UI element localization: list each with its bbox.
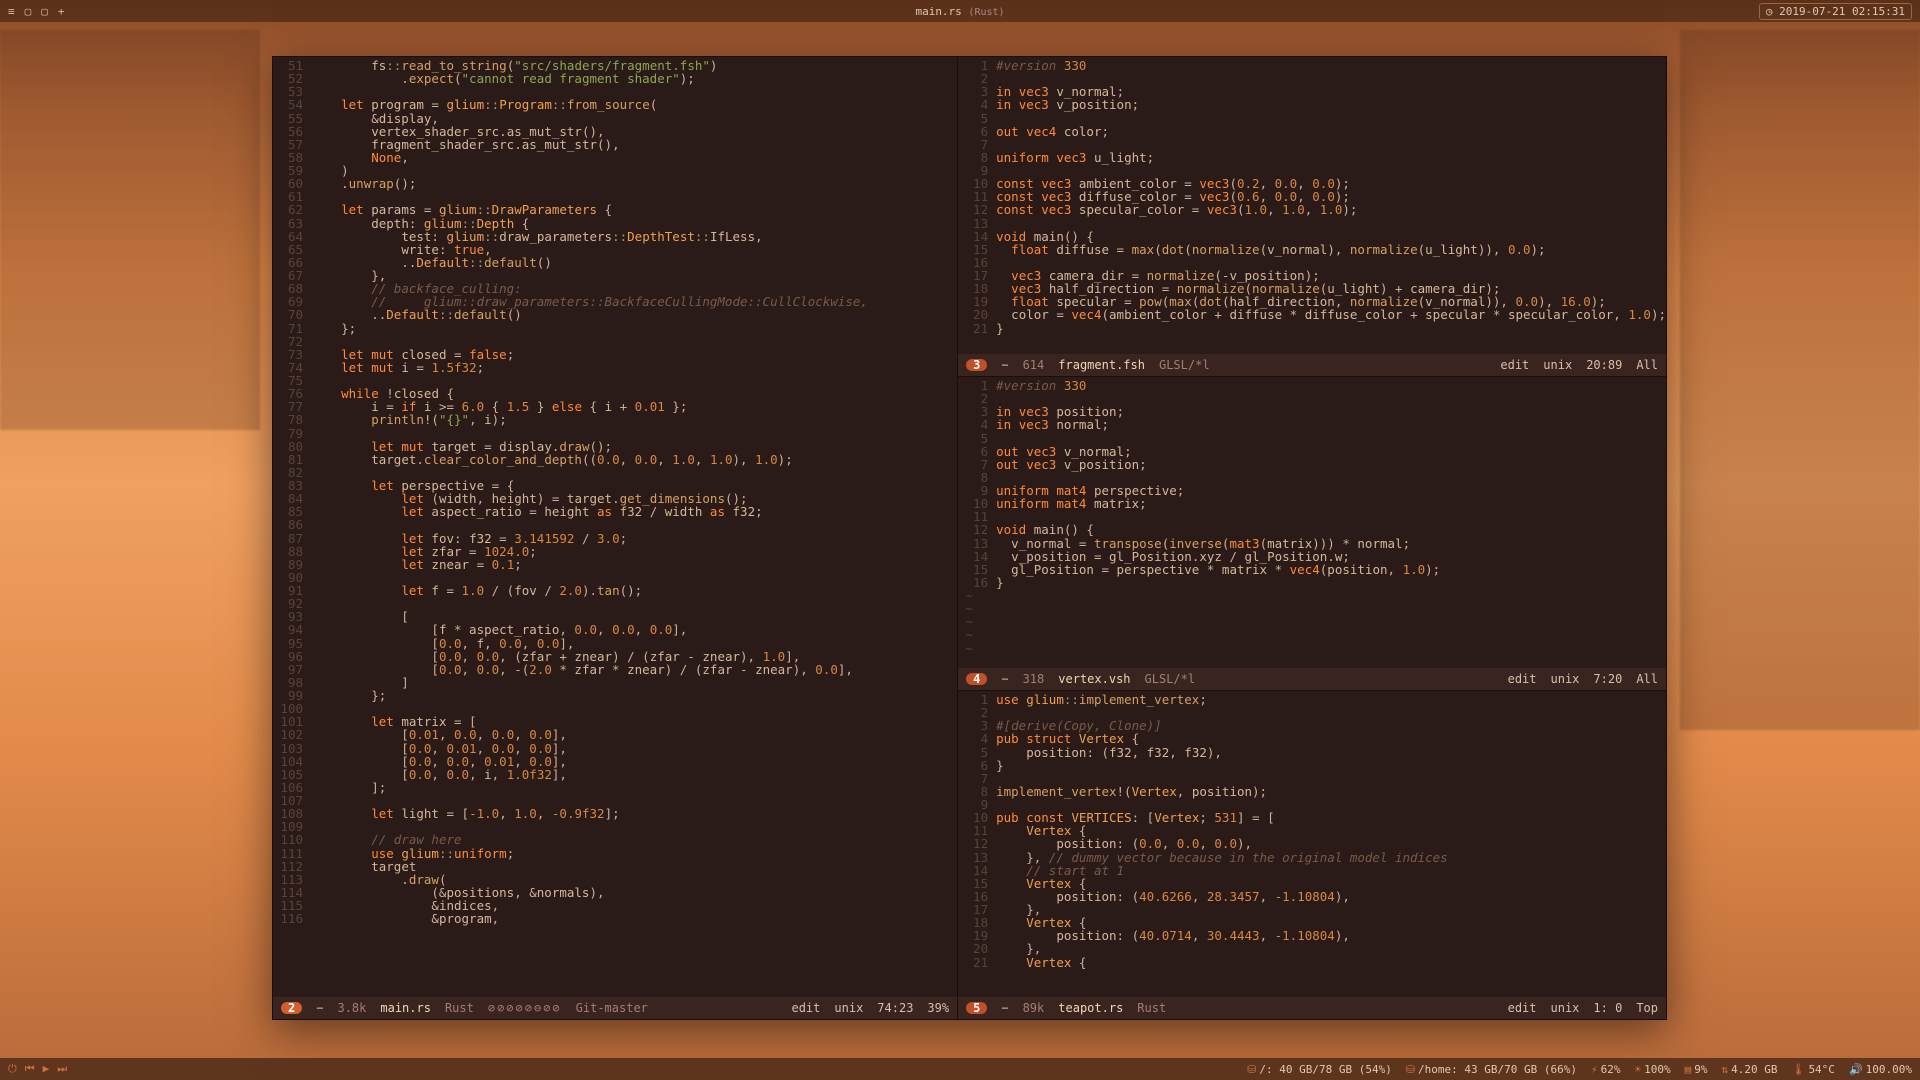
file-size: 614 [1023, 359, 1045, 372]
code-area[interactable]: fs::read_to_string("src/shaders/fragment… [311, 59, 957, 997]
disk-home: ⛁/home: 43 GB/70 GB (66%) [1406, 1063, 1577, 1076]
gutter: 1 2 3 4 5 6 7 8 9 10 11 12 13 14 15 16 1… [958, 693, 996, 997]
gutter: 51 52 53 54 55 56 57 58 59 60 61 62 63 6… [273, 59, 311, 997]
file-size: 89k [1023, 1002, 1045, 1015]
new-workspace-icon[interactable]: + [58, 5, 65, 18]
encoding: unix [1543, 359, 1572, 372]
encoding: unix [1551, 673, 1580, 686]
scroll-pct: All [1636, 359, 1658, 372]
workspace-1-icon[interactable]: ▢ [25, 5, 32, 18]
battery-1: ⚡62% [1591, 1063, 1621, 1076]
code-area[interactable]: #version 330 in vec3 v_normal; in vec3 v… [996, 59, 1666, 354]
menubar-left[interactable]: ≡ ▢ ▢ + [8, 5, 65, 18]
code-area[interactable]: use glium::implement_vertex; #[derive(Co… [996, 693, 1666, 997]
scroll-pct: Top [1636, 1002, 1658, 1015]
lint-indicators: ⊘⊘⊘⊘⊘⊖⊘⊘ [488, 1002, 562, 1015]
battery-2: ☀100% [1634, 1063, 1670, 1076]
pane-right-stack: 1 2 3 4 5 6 7 8 9 10 11 12 13 14 15 16 1… [958, 57, 1666, 1019]
cursor-pos: 1: 0 [1593, 1002, 1622, 1015]
cursor-pos: 20:89 [1586, 359, 1622, 372]
modified-icon: − [1001, 359, 1008, 372]
clock-icon: ◷ [1766, 5, 1779, 18]
encoding: unix [1551, 1002, 1580, 1015]
statusline-vertex-vsh: 4 − 318 vertex.vsh GLSL/*l edit unix 7:2… [958, 668, 1666, 690]
file-lang: Rust [445, 1002, 474, 1015]
file-lang: Rust [1137, 1002, 1166, 1015]
file-size: 318 [1023, 673, 1045, 686]
net: ⇅4.20 GB [1721, 1063, 1777, 1076]
modified-icon: − [1001, 673, 1008, 686]
clock[interactable]: ◷ 2019-07-21 02:15:31 [1759, 3, 1912, 20]
next-track-icon[interactable]: ⏭ [57, 1062, 67, 1076]
temp: 🌡54°C [1791, 1063, 1834, 1076]
file-name: vertex.vsh [1058, 673, 1130, 686]
buffer-badge: 2 [281, 1002, 302, 1015]
buffer-fragment-fsh[interactable]: 1 2 3 4 5 6 7 8 9 10 11 12 13 14 15 16 1… [958, 57, 1666, 377]
file-name: main.rs [380, 1002, 431, 1015]
prev-track-icon[interactable]: ⏮ [25, 1062, 35, 1076]
title-sub: (Rust) [968, 7, 1004, 18]
statusline-teapot-rs: 5 − 89k teapot.rs Rust edit unix 1: 0 To… [958, 997, 1666, 1019]
pane-main-rs: 51 52 53 54 55 56 57 58 59 60 61 62 63 6… [273, 57, 958, 1019]
git-branch: Git-master [576, 1002, 648, 1015]
scroll-pct: 39% [927, 1002, 949, 1015]
statusline-fragment-fsh: 3 − 614 fragment.fsh GLSL/*l edit unix 2… [958, 354, 1666, 376]
statusline-main-rs: 2 − 3.8k main.rs Rust ⊘⊘⊘⊘⊘⊖⊘⊘ Git-maste… [273, 997, 957, 1019]
buffer-badge: 3 [966, 359, 987, 372]
editor-window: 51 52 53 54 55 56 57 58 59 60 61 62 63 6… [272, 56, 1667, 1020]
workspace-2-icon[interactable]: ▢ [41, 5, 48, 18]
cursor-pos: 74:23 [877, 1002, 913, 1015]
encoding: unix [834, 1002, 863, 1015]
play-icon[interactable]: ▶ [43, 1062, 50, 1076]
app-menu-icon[interactable]: ≡ [8, 5, 15, 18]
system-stats: ⛁/: 40 GB/78 GB (54%) ⛁/home: 43 GB/70 G… [1247, 1063, 1912, 1076]
gutter: 1 2 3 4 5 6 7 8 9 10 11 12 13 14 15 16 1… [958, 59, 996, 354]
buffer-vertex-vsh[interactable]: 1 2 3 4 5 6 7 8 9 10 11 12 13 14 15 16 ~… [958, 377, 1666, 691]
buffer-teapot-rs[interactable]: 1 2 3 4 5 6 7 8 9 10 11 12 13 14 15 16 1… [958, 691, 1666, 1019]
power-icon[interactable]: ⏻ [8, 1062, 17, 1076]
scroll-pct: All [1636, 673, 1658, 686]
title-text: main.rs [915, 5, 961, 18]
buffer-badge: 4 [966, 673, 987, 686]
mode: edit [1508, 673, 1537, 686]
media-controls[interactable]: ⏻ ⏮ ▶ ⏭ [8, 1062, 67, 1076]
file-size: 3.8k [337, 1002, 366, 1015]
desktop-bottombar: ⏻ ⏮ ▶ ⏭ ⛁/: 40 GB/78 GB (54%) ⛁/home: 43… [0, 1058, 1920, 1080]
volume: 🔊100.00% [1849, 1063, 1912, 1076]
mode: edit [791, 1002, 820, 1015]
buffer-badge: 5 [966, 1002, 987, 1015]
file-lang: GLSL/*l [1159, 359, 1210, 372]
disk-root: ⛁/: 40 GB/78 GB (54%) [1247, 1063, 1392, 1076]
mode: edit [1500, 359, 1529, 372]
cpu: ▤9% [1685, 1063, 1708, 1076]
modified-icon: − [1001, 1002, 1008, 1015]
modified-icon: − [316, 1002, 323, 1015]
mode: edit [1508, 1002, 1537, 1015]
file-name: fragment.fsh [1058, 359, 1145, 372]
window-title: main.rs (Rust) [915, 5, 1004, 18]
file-lang: GLSL/*l [1145, 673, 1196, 686]
desktop-menubar: ≡ ▢ ▢ + main.rs (Rust) ◷ 2019-07-21 02:1… [0, 0, 1920, 22]
file-name: teapot.rs [1058, 1002, 1123, 1015]
cursor-pos: 7:20 [1593, 673, 1622, 686]
code-area[interactable]: #version 330 in vec3 position; in vec3 n… [996, 379, 1666, 668]
gutter: 1 2 3 4 5 6 7 8 9 10 11 12 13 14 15 16 ~… [958, 379, 996, 668]
buffer-main-rs[interactable]: 51 52 53 54 55 56 57 58 59 60 61 62 63 6… [273, 57, 957, 997]
